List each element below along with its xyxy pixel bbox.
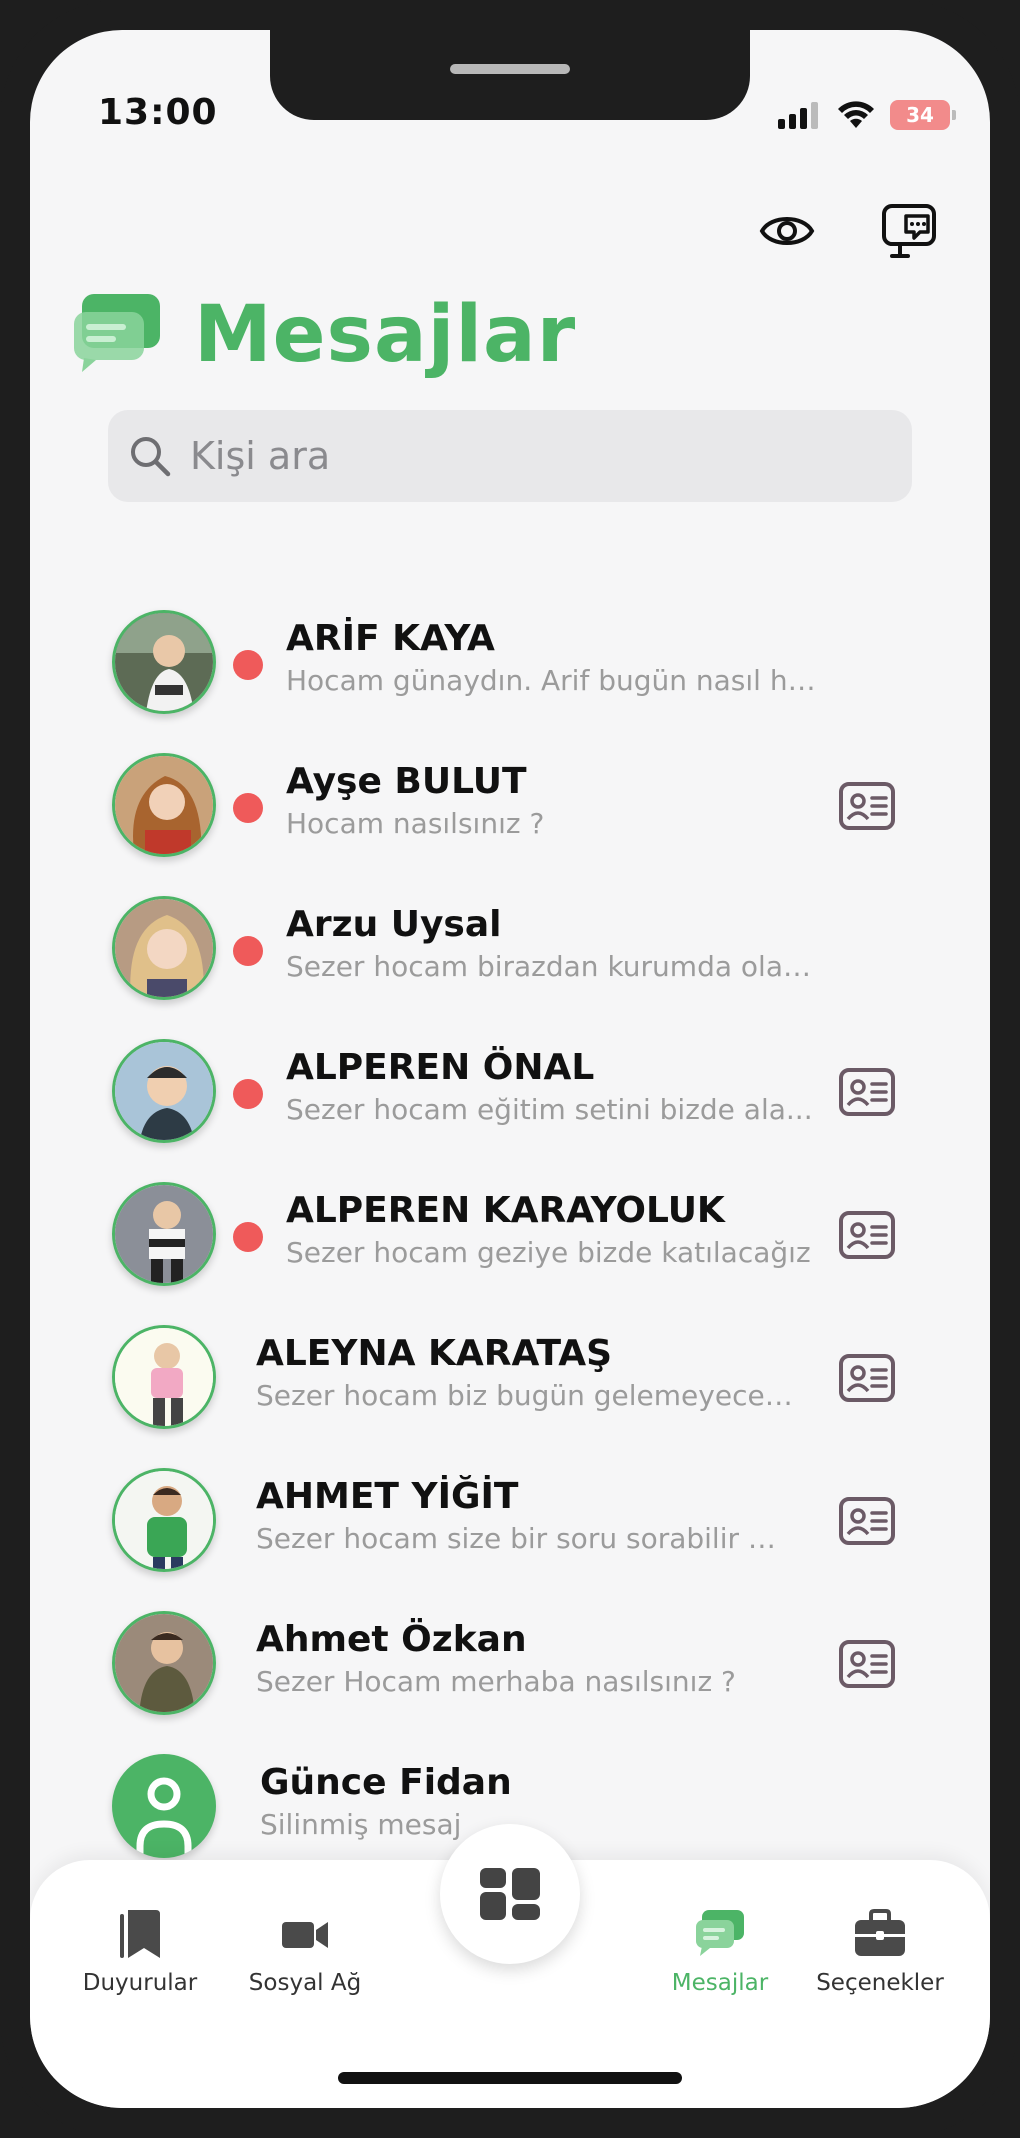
contact-name: Ahmet Özkan: [256, 1619, 527, 1660]
tab-options[interactable]: Seçenekler: [800, 1908, 960, 1996]
contact-name: Günce Fidan: [260, 1762, 512, 1803]
contact-search-bar[interactable]: [108, 410, 912, 502]
message-preview: Sezer hocam birazdan kurumda olacağız.: [286, 950, 826, 983]
messages-logo-icon: [70, 290, 180, 380]
page-header: Mesajlar: [70, 290, 576, 380]
avatar: [112, 610, 216, 714]
message-preview: Sezer hocam biz bugün gelemeyeceğiz...: [256, 1379, 796, 1412]
message-preview: Sezer Hocam merhaba nasılsınız ?: [256, 1665, 736, 1698]
status-time: 13:00: [98, 92, 218, 133]
tab-messages[interactable]: Mesajlar: [640, 1908, 800, 1996]
tab-label: Duyurular: [82, 1970, 198, 1996]
tab-social-network[interactable]: Sosyal Ağ: [225, 1908, 385, 1996]
conversation-row[interactable]: ALPEREN KARAYOLUK Sezer hocam geziye biz…: [30, 1182, 990, 1325]
id-card-icon[interactable]: [838, 1210, 896, 1260]
id-card-icon[interactable]: [838, 1496, 896, 1546]
avatar: [112, 1039, 216, 1143]
bookmark-icon: [120, 1910, 160, 1958]
avatar: [112, 1182, 216, 1286]
device-frame: 13:00 34 Mesajlar Kişi ara ARİF KAYA Hoc…: [0, 0, 1020, 2138]
conversation-row[interactable]: Arzu Uysal Sezer hocam birazdan kurumda …: [30, 896, 990, 1039]
tab-label: Mesajlar: [671, 1970, 769, 1996]
message-preview: Sezer hocam geziye bizde katılacağız: [286, 1236, 811, 1269]
unread-indicator: [233, 793, 263, 823]
dashboard-icon: [480, 1868, 540, 1920]
id-card-icon[interactable]: [838, 1067, 896, 1117]
id-card-icon[interactable]: [838, 1353, 896, 1403]
default-avatar-icon: [112, 1754, 216, 1858]
avatar: [112, 1468, 216, 1572]
unread-indicator: [233, 936, 263, 966]
status-icons: 34: [778, 100, 956, 130]
avatar: [112, 1611, 216, 1715]
conversation-row[interactable]: Ahmet Özkan Sezer Hocam merhaba nasılsın…: [30, 1611, 990, 1754]
tab-label: Seçenekler: [816, 1970, 944, 1996]
contact-name: ALPEREN KARAYOLUK: [286, 1190, 725, 1231]
home-indicator[interactable]: [338, 2072, 682, 2084]
search-input[interactable]: [190, 434, 870, 478]
chat-monitor-icon: [882, 204, 936, 258]
conversation-row[interactable]: AHMET YİĞİT Sezer hocam size bir soru so…: [30, 1468, 990, 1611]
id-card-icon[interactable]: [838, 1639, 896, 1689]
chat-bubbles-icon: [696, 1910, 744, 1956]
contact-name: ALEYNA KARATAŞ: [256, 1333, 613, 1374]
page-title: Mesajlar: [194, 290, 577, 380]
briefcase-icon: [855, 1909, 905, 1956]
unread-indicator: [233, 1222, 263, 1252]
message-preview: Sezer hocam size bir soru sorabilir miy.…: [256, 1522, 796, 1555]
tab-label: Sosyal Ağ: [248, 1970, 362, 1996]
avatar: [112, 1325, 216, 1429]
signal-icon: [778, 102, 818, 129]
contact-name: ARİF KAYA: [286, 618, 495, 659]
search-icon: [131, 437, 171, 477]
app-screen: 13:00 34 Mesajlar Kişi ara ARİF KAYA Hoc…: [30, 30, 990, 2108]
visibility-button[interactable]: [756, 200, 818, 262]
contact-name: Ayşe BULUT: [286, 761, 527, 802]
battery-indicator: 34: [890, 100, 956, 130]
contact-name: Arzu Uysal: [286, 904, 502, 945]
conversation-row[interactable]: ALPEREN ÖNAL Sezer hocam eğitim setini b…: [30, 1039, 990, 1182]
message-preview: Hocam nasılsınız ?: [286, 807, 545, 840]
avatar: [112, 753, 216, 857]
wifi-icon: [838, 101, 874, 128]
dashboard-button[interactable]: [440, 1824, 580, 1964]
device-notch: [270, 30, 750, 120]
eye-icon: [759, 217, 815, 245]
message-preview: Sezer hocam eğitim setini bizde ala...: [286, 1093, 813, 1126]
avatar: [112, 896, 216, 1000]
conversation-row[interactable]: ARİF KAYA Hocam günaydın. Arif bugün nas…: [30, 610, 990, 753]
conversation-row[interactable]: Ayşe BULUT Hocam nasılsınız ?: [30, 753, 990, 896]
video-camera-icon: [282, 1922, 328, 1948]
message-preview: Silinmiş mesaj: [260, 1808, 462, 1841]
id-card-icon[interactable]: [838, 781, 896, 831]
contact-name: ALPEREN ÖNAL: [286, 1047, 595, 1088]
header-actions: [756, 200, 940, 262]
chat-support-button[interactable]: [878, 200, 940, 262]
unread-indicator: [233, 650, 263, 680]
message-preview: Hocam günaydın. Arif bugün nasıl hocam ?: [286, 664, 826, 697]
conversation-row[interactable]: ALEYNA KARATAŞ Sezer hocam biz bugün gel…: [30, 1325, 990, 1468]
tab-announcements[interactable]: Duyurular: [60, 1908, 220, 1996]
unread-indicator: [233, 1079, 263, 1109]
contact-name: AHMET YİĞİT: [256, 1476, 519, 1517]
